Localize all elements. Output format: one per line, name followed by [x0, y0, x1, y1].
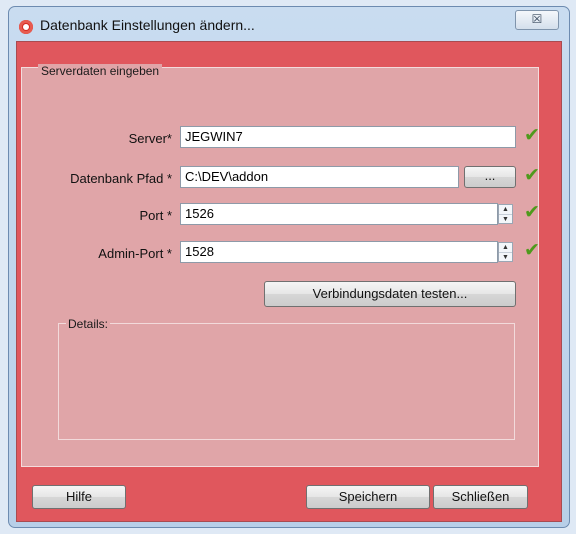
details-title: Details:	[66, 317, 111, 331]
server-input[interactable]: JEGWIN7	[180, 126, 516, 148]
server-label: Server*	[128, 131, 172, 146]
spinner-up-icon[interactable]: ▲	[499, 205, 512, 215]
window-title: Datenbank Einstellungen ändern...	[40, 17, 255, 33]
check-icon: ✔	[524, 125, 540, 146]
close-icon: ☒	[531, 12, 543, 26]
check-icon: ✔	[524, 240, 540, 261]
pfad-input[interactable]: C:\DEV\addon	[180, 166, 459, 188]
port-input[interactable]: 1526	[180, 203, 498, 225]
test-connection-button[interactable]: Verbindungsdaten testen...	[264, 281, 516, 307]
app-icon	[19, 20, 33, 34]
admin-port-input[interactable]: 1528	[180, 241, 498, 263]
pfad-label: Datenbank Pfad *	[70, 171, 172, 186]
details-groupbox	[58, 323, 515, 440]
spinner-down-icon[interactable]: ▼	[499, 215, 512, 224]
group-title: Serverdaten eingeben	[38, 64, 163, 78]
close-window-button[interactable]: ☒	[515, 10, 559, 30]
check-icon: ✔	[524, 165, 540, 186]
check-icon: ✔	[524, 202, 540, 223]
admin-port-label: Admin-Port *	[98, 246, 172, 261]
browse-button[interactable]: ...	[464, 166, 516, 188]
spinner-up-icon[interactable]: ▲	[499, 243, 512, 253]
port-spinner[interactable]: ▲ ▼	[498, 204, 513, 224]
help-button[interactable]: Hilfe	[32, 485, 126, 509]
port-label: Port *	[139, 208, 172, 223]
save-button[interactable]: Speichern	[306, 485, 430, 509]
admin-port-spinner[interactable]: ▲ ▼	[498, 242, 513, 262]
spinner-down-icon[interactable]: ▼	[499, 253, 512, 262]
close-button[interactable]: Schließen	[433, 485, 528, 509]
title-bar[interactable]: Datenbank Einstellungen ändern... ☒	[9, 7, 569, 41]
